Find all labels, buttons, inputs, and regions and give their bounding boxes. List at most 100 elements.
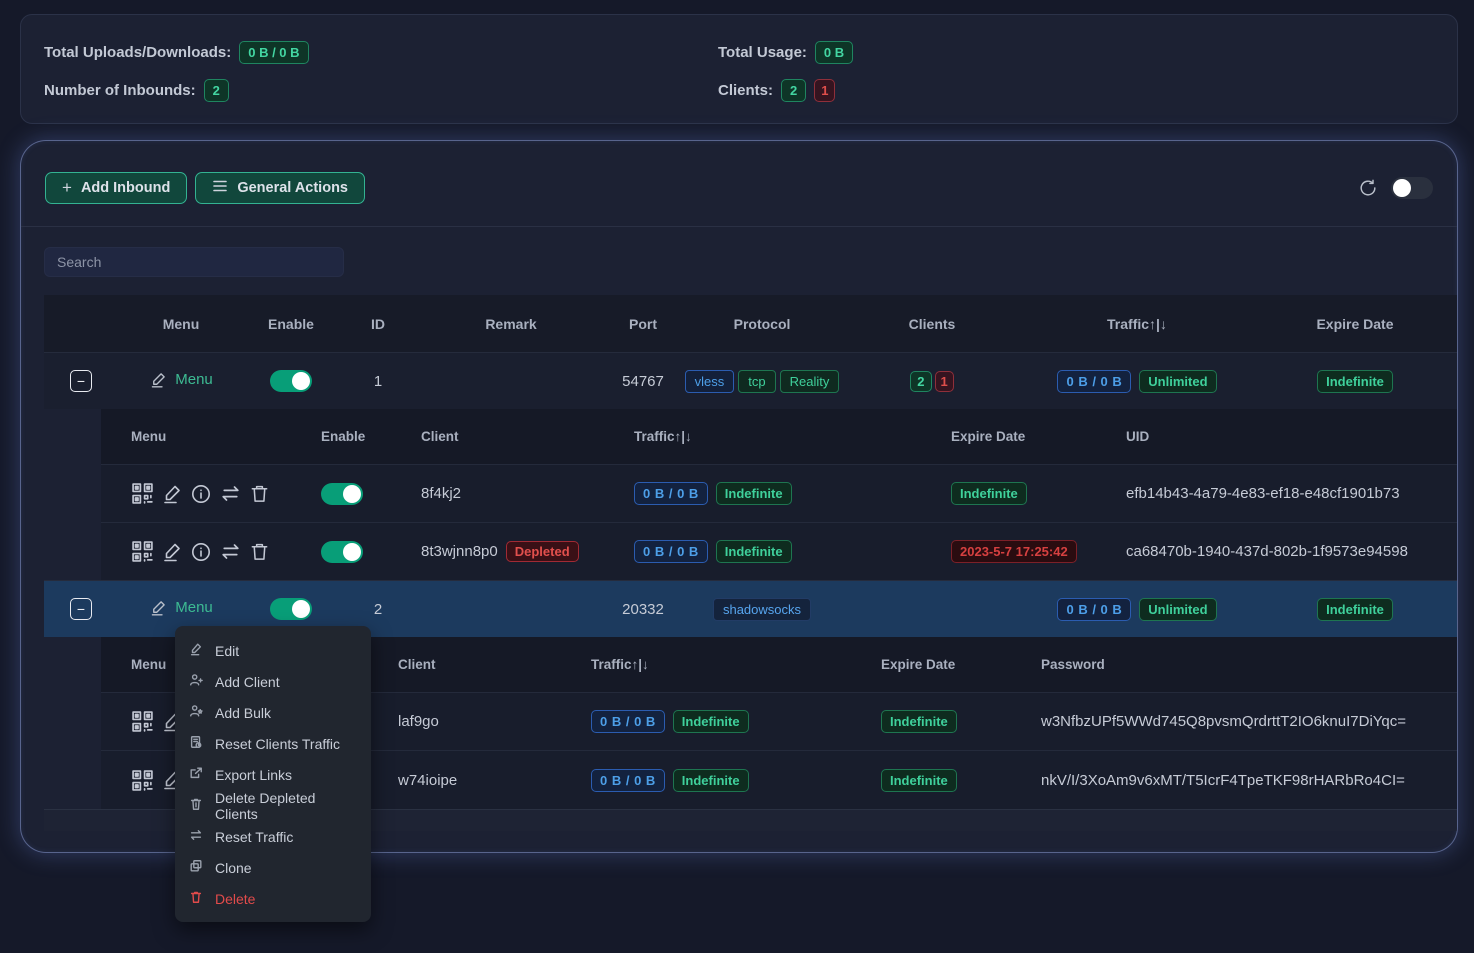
stat-uploads: Total Uploads/Downloads: 0 B / 0 B	[44, 41, 718, 64]
row-menu-button[interactable]: Menu	[149, 598, 213, 617]
menu-item-reset-traffic[interactable]: Reset Traffic	[175, 821, 371, 852]
clients-table-inbound-1: Menu Enable Client Traffic↑|↓ Expire Dat…	[101, 409, 1458, 580]
toggle-knob	[343, 543, 361, 561]
clients-active-badge: 2	[910, 371, 931, 392]
menu-item-label: Export Links	[215, 767, 292, 783]
stat-uploads-label: Total Uploads/Downloads:	[44, 44, 231, 61]
col-password: Password	[1026, 657, 1458, 672]
clients-table-1-header: Menu Enable Client Traffic↑|↓ Expire Dat…	[101, 409, 1458, 464]
client-traffic-badge: 0 B / 0 B	[591, 769, 665, 792]
stat-usage-value: 0 B	[815, 41, 853, 64]
general-actions-button[interactable]: General Actions	[195, 172, 365, 204]
menu-item-reset-clients-traffic[interactable]: Reset Clients Traffic	[175, 728, 371, 759]
stat-usage: Total Usage: 0 B	[718, 41, 1434, 64]
menu-item-export-links[interactable]: Export Links	[175, 759, 371, 790]
menu-item-delete[interactable]: Delete	[175, 883, 371, 914]
export-links-icon	[189, 766, 203, 783]
client-name: laf9go	[398, 713, 439, 730]
menu-item-label: Add Bulk	[215, 705, 271, 721]
delete-depleted-clients-icon	[189, 797, 203, 814]
client-row: 8t3wjnn8p0 Depleted 0 B / 0 B Indefinite…	[101, 522, 1458, 580]
inbound-id: 2	[338, 601, 418, 618]
col-clients: Clients	[842, 316, 1022, 332]
search-input[interactable]	[44, 247, 344, 277]
stat-clients: Clients: 2 1	[718, 79, 1434, 102]
qrcode-icon[interactable]	[131, 769, 154, 792]
client-row: 8f4kj2 0 B / 0 B Indefinite Indefinite e…	[101, 464, 1458, 522]
menu-item-clone[interactable]: Clone	[175, 852, 371, 883]
col-menu: Menu	[101, 429, 291, 444]
client-enable-toggle[interactable]	[321, 541, 363, 563]
col-expire: Expire Date	[1252, 316, 1458, 332]
add-inbound-button[interactable]: + Add Inbound	[45, 172, 187, 204]
edit-icon[interactable]	[161, 483, 183, 505]
info-icon[interactable]	[190, 541, 212, 563]
stat-usage-label: Total Usage:	[718, 44, 807, 61]
toolbar: + Add Inbound General Actions	[21, 172, 1457, 204]
col-traffic[interactable]: Traffic↑|↓	[596, 429, 931, 444]
expire-badge: Indefinite	[1317, 370, 1393, 393]
client-limit-badge: Indefinite	[673, 769, 749, 792]
client-expire-badge: 2023-5-7 17:25:42	[951, 540, 1077, 563]
collapse-button[interactable]: −	[70, 598, 92, 620]
client-expire-badge: Indefinite	[951, 482, 1027, 505]
traffic-badge: 0 B / 0 B	[1057, 370, 1131, 393]
menu-item-label: Edit	[215, 643, 239, 659]
stat-inbounds-value: 2	[204, 79, 229, 102]
depleted-badge: Depleted	[506, 541, 579, 562]
security-tag-reality: Reality	[780, 370, 840, 393]
menu-item-delete-depleted-clients[interactable]: Delete Depleted Clients	[175, 790, 371, 821]
col-menu: Menu	[118, 316, 244, 332]
col-traffic[interactable]: Traffic↑|↓	[581, 657, 861, 672]
expire-badge: Indefinite	[1317, 598, 1393, 621]
col-traffic[interactable]: Traffic↑|↓	[1022, 316, 1252, 332]
client-traffic-badge: 0 B / 0 B	[634, 482, 708, 505]
edit-icon	[189, 642, 203, 659]
clone-icon	[189, 859, 203, 876]
edit-icon[interactable]	[161, 541, 183, 563]
menu-item-label: Add Client	[215, 674, 280, 690]
theme-toggle[interactable]	[1391, 177, 1433, 199]
client-enable-toggle[interactable]	[321, 483, 363, 505]
menu-item-label: Delete	[215, 891, 255, 907]
qrcode-icon[interactable]	[131, 482, 154, 505]
inbound-port: 20332	[604, 601, 682, 618]
clients-depleted-badge: 1	[935, 371, 954, 392]
col-id: ID	[338, 316, 418, 332]
hamburger-icon	[212, 178, 228, 198]
row-menu-button[interactable]: Menu	[149, 370, 213, 389]
client-name: 8f4kj2	[421, 485, 461, 502]
menu-item-add-bulk[interactable]: Add Bulk	[175, 697, 371, 728]
traffic-limit-badge: Unlimited	[1139, 370, 1216, 393]
refresh-icon[interactable]	[1358, 178, 1378, 198]
stat-clients-depleted: 1	[814, 79, 835, 102]
client-limit-badge: Indefinite	[716, 540, 792, 563]
reset-traffic-icon[interactable]	[219, 540, 242, 563]
client-expire-badge: Indefinite	[881, 710, 957, 733]
menu-item-label: Reset Clients Traffic	[215, 736, 340, 752]
toggle-knob	[292, 600, 310, 618]
client-password: nkV/I/3XoAm9v6xMT/T5IcrF4TpeTKF98rHARbRo…	[1026, 772, 1458, 789]
transport-tag-tcp: tcp	[738, 370, 775, 393]
reset-traffic-icon[interactable]	[219, 482, 242, 505]
info-icon[interactable]	[190, 483, 212, 505]
inbound-enable-toggle[interactable]	[270, 598, 312, 620]
inbound-enable-toggle[interactable]	[270, 370, 312, 392]
col-port: Port	[604, 316, 682, 332]
delete-icon[interactable]	[249, 541, 270, 562]
collapse-button[interactable]: −	[70, 370, 92, 392]
menu-item-add-client[interactable]: Add Client	[175, 666, 371, 697]
delete-icon	[189, 890, 203, 907]
qrcode-icon[interactable]	[131, 540, 154, 563]
traffic-badge: 0 B / 0 B	[1057, 598, 1131, 621]
toggle-knob	[343, 485, 361, 503]
add-client-icon	[189, 673, 203, 690]
delete-icon[interactable]	[249, 483, 270, 504]
col-expire: Expire Date	[931, 429, 1116, 444]
general-actions-label: General Actions	[237, 180, 348, 196]
menu-item-edit[interactable]: Edit	[175, 635, 371, 666]
col-protocol: Protocol	[682, 316, 842, 332]
client-traffic-badge: 0 B / 0 B	[591, 710, 665, 733]
stat-inbounds-label: Number of Inbounds:	[44, 82, 196, 99]
qrcode-icon[interactable]	[131, 710, 154, 733]
